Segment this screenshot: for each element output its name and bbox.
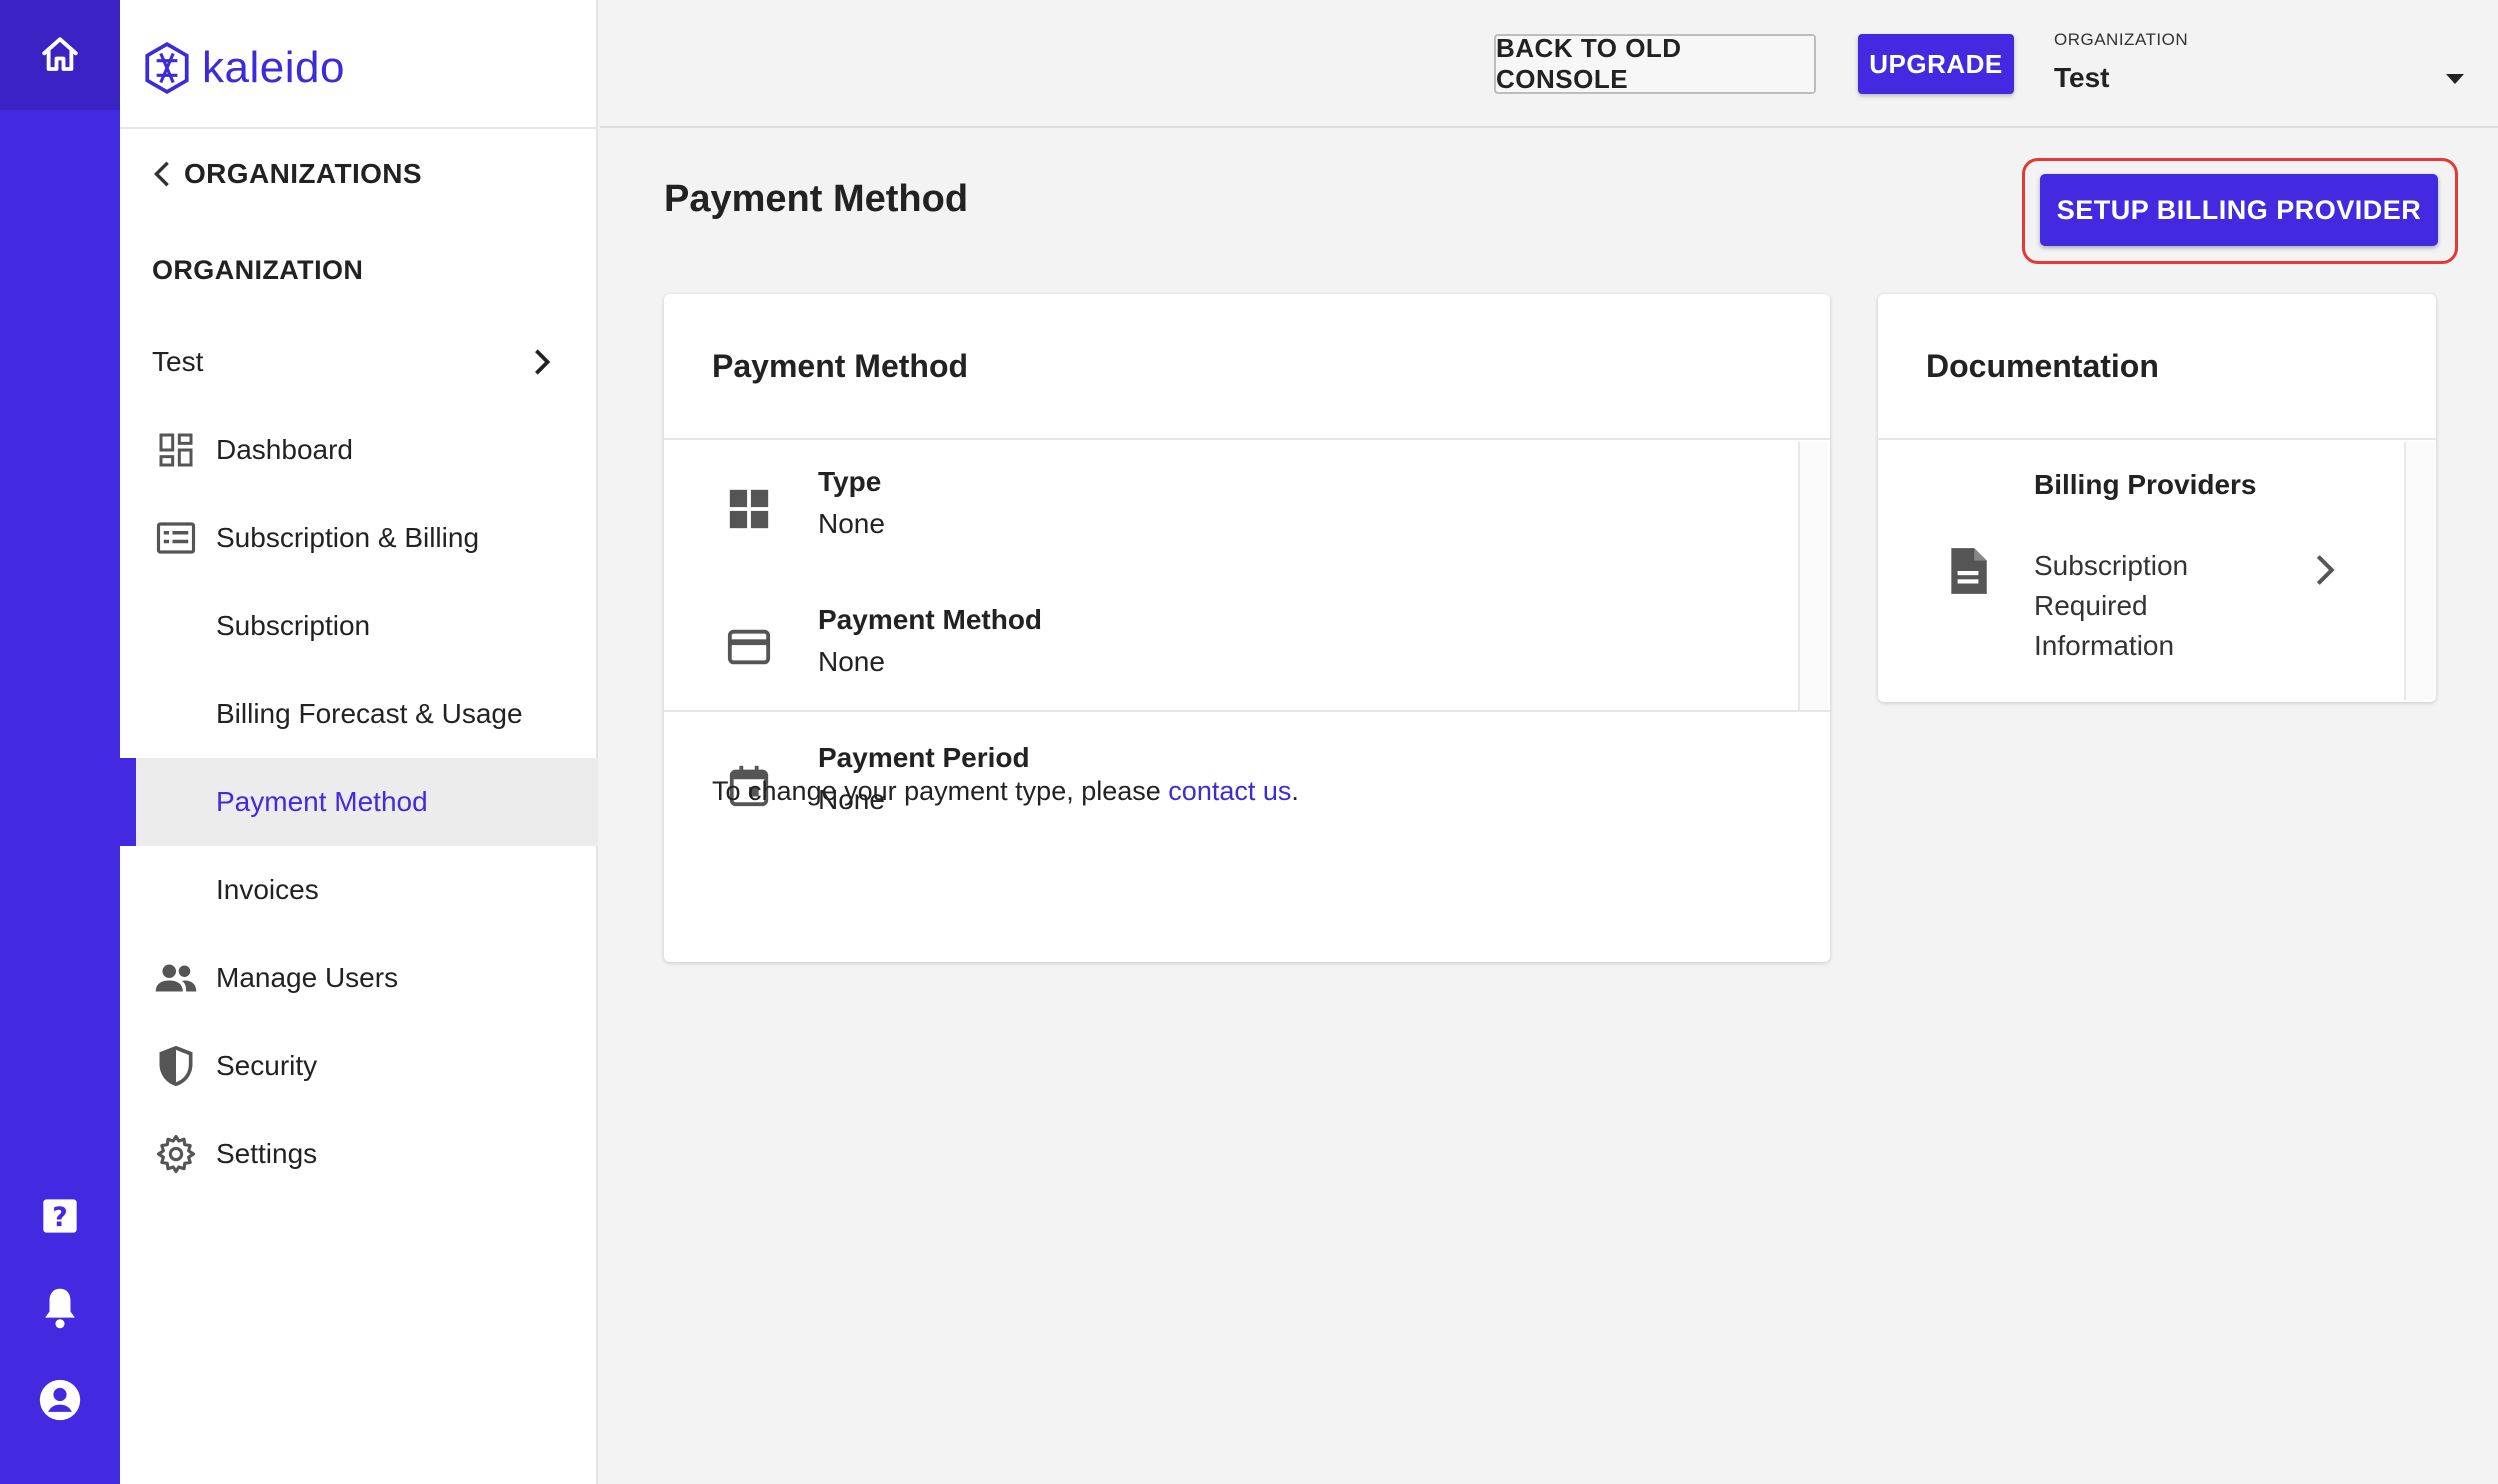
sidebar: kaleido ORGANIZATIONS ORGANIZATION Test …	[120, 0, 598, 1484]
help-icon: ?	[43, 1199, 77, 1233]
sidebar-item-label: Manage Users	[216, 962, 399, 993]
payment-footer: To change your payment type, please cont…	[712, 776, 1299, 807]
help-button[interactable]: ?	[0, 1186, 120, 1246]
chevron-right-icon	[535, 349, 551, 375]
card-title: Documentation	[1878, 294, 2436, 440]
list-item: Type None	[664, 442, 1794, 580]
billing-icon	[154, 516, 198, 560]
account-button[interactable]	[0, 1370, 120, 1430]
sidebar-item-payment-method[interactable]: Payment Method	[120, 758, 598, 846]
shield-icon	[154, 1044, 198, 1088]
organization-select[interactable]: ORGANIZATION Test	[2054, 30, 2464, 100]
org-selector-row[interactable]: Test	[120, 318, 598, 406]
contact-us-link[interactable]: contact us	[1168, 776, 1291, 806]
upgrade-button[interactable]: UPGRADE	[1858, 34, 2014, 94]
item-key: Type	[818, 466, 882, 497]
back-to-organizations[interactable]: ORGANIZATIONS	[120, 130, 598, 218]
back-label: ORGANIZATIONS	[184, 158, 423, 189]
doc-link-billing-providers[interactable]: Billing Providers Subscription Required …	[1878, 442, 2408, 702]
item-key: Payment Period	[818, 742, 1030, 773]
sidebar-item-label: Billing Forecast & Usage	[216, 698, 523, 729]
brand-name: kaleido	[202, 43, 345, 92]
card-title: Payment Method	[664, 294, 1830, 440]
section-heading: ORGANIZATION	[152, 255, 364, 285]
home-icon	[42, 37, 78, 71]
organization-caption: ORGANIZATION	[2054, 30, 2189, 49]
page-title: Payment Method	[664, 178, 969, 220]
sidebar-item-manage-users[interactable]: Manage Users	[120, 934, 598, 1022]
list-item: Payment Method None	[664, 580, 1794, 718]
setup-billing-provider-button[interactable]: SETUP BILLING PROVIDER	[2040, 174, 2438, 246]
org-name: Test	[152, 346, 204, 377]
kaleido-logo-icon	[145, 41, 189, 95]
doc-description: Subscription Required Information	[2034, 550, 2189, 661]
sidebar-item-dashboard[interactable]: Dashboard	[120, 406, 598, 494]
footer-end: .	[1291, 776, 1299, 806]
sidebar-item-label: Settings	[216, 1138, 318, 1169]
sidebar-item-security[interactable]: Security	[120, 1022, 598, 1110]
doc-title: Billing Providers	[2034, 469, 2257, 500]
sidebar-item-label: Security	[216, 1050, 318, 1081]
organization-value: Test	[2054, 62, 2110, 93]
document-icon	[1951, 548, 1987, 594]
divider	[664, 710, 1830, 712]
sidebar-item-billing-forecast[interactable]: Billing Forecast & Usage	[120, 670, 598, 758]
back-to-old-console-button[interactable]: BACK TO OLD CONSOLE	[1494, 33, 1816, 94]
item-value: None	[818, 508, 885, 539]
sidebar-item-label: Subscription	[216, 610, 371, 641]
bell-icon	[45, 1288, 75, 1329]
app-rail: ?	[0, 0, 120, 1484]
credit-card-icon	[727, 629, 771, 665]
grid-icon	[729, 489, 769, 529]
item-value: None	[818, 646, 885, 677]
gear-icon	[154, 1132, 198, 1176]
item-key: Payment Method	[818, 604, 1043, 635]
top-bar: BACK TO OLD CONSOLE UPGRADE ORGANIZATION…	[600, 0, 2498, 128]
divider	[120, 127, 598, 129]
home-button[interactable]	[0, 0, 120, 110]
sidebar-item-label: Dashboard	[216, 434, 353, 465]
chevron-right-icon	[2316, 555, 2335, 585]
sidebar-item-label: Subscription & Billing	[216, 522, 480, 553]
svg-text:?: ?	[52, 1202, 67, 1233]
sidebar-item-subscription[interactable]: Subscription	[120, 582, 598, 670]
sidebar-item-label: Payment Method	[216, 786, 428, 817]
dashboard-icon	[154, 428, 198, 472]
caret-down-icon	[2446, 74, 2464, 84]
sidebar-item-invoices[interactable]: Invoices	[120, 846, 598, 934]
notifications-button[interactable]	[0, 1278, 120, 1338]
sidebar-item-subscription-billing[interactable]: Subscription & Billing	[120, 494, 598, 582]
documentation-card: Documentation Billing Providers Subscrip…	[1878, 294, 2436, 702]
sidebar-item-label: Invoices	[216, 874, 319, 905]
kaleido-logo[interactable]: kaleido	[142, 38, 345, 98]
payment-method-card: Payment Method Type None Payment Method …	[664, 294, 1830, 962]
scrollbar[interactable]	[1798, 442, 1828, 710]
sidebar-item-settings[interactable]: Settings	[120, 1110, 598, 1198]
footer-text: To change your payment type, please	[712, 776, 1169, 806]
users-icon	[154, 956, 198, 1000]
chevron-left-icon	[153, 161, 169, 187]
account-circle-icon	[39, 1379, 81, 1421]
scrollbar[interactable]	[2404, 442, 2434, 700]
